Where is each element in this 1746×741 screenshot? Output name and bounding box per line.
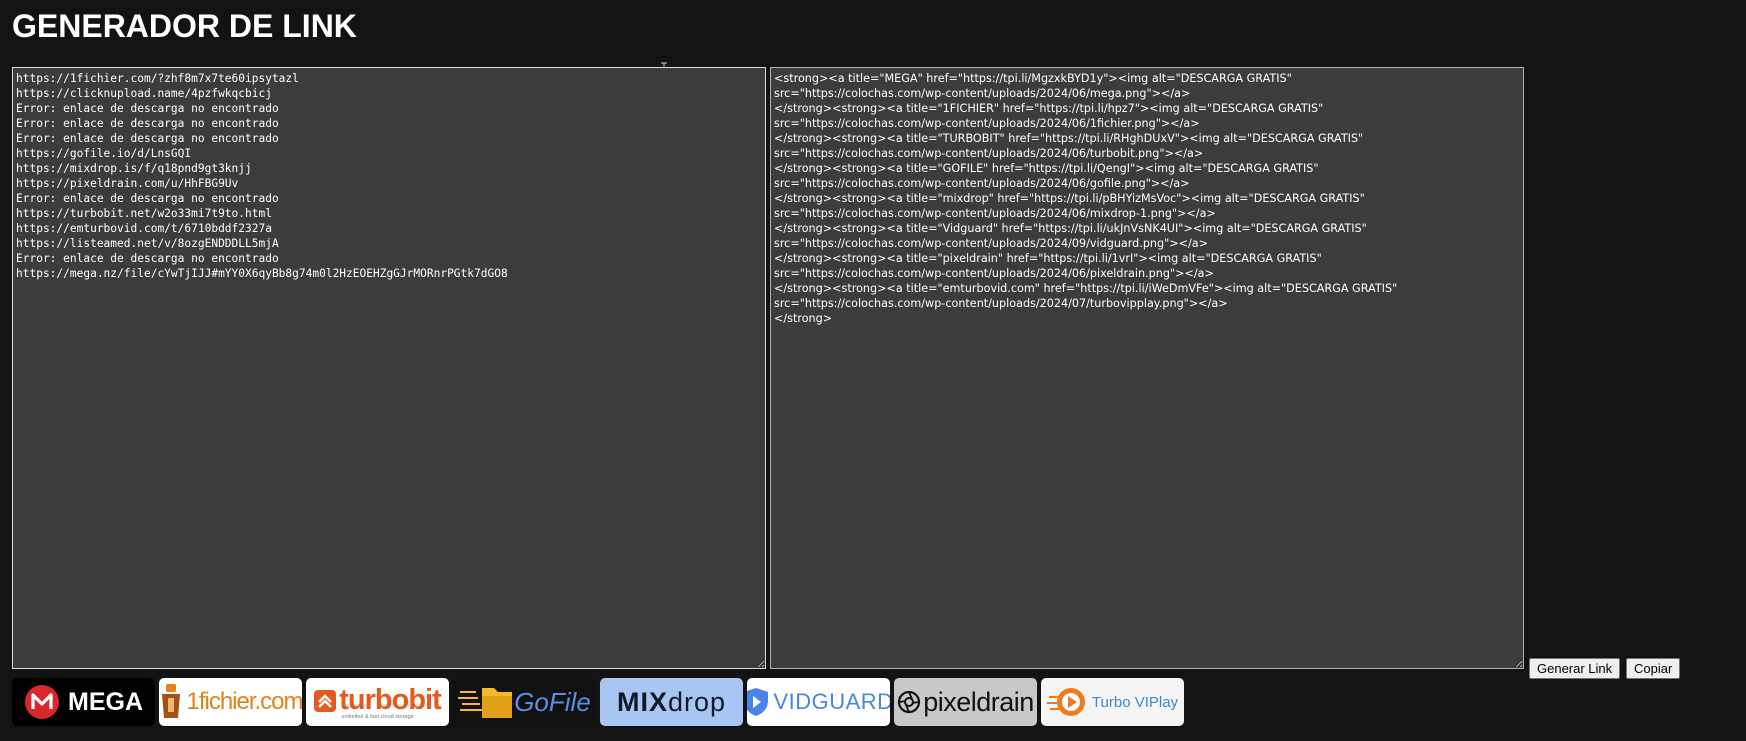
- mega-logo-text: MEGA: [68, 687, 143, 716]
- copy-button[interactable]: Copiar: [1626, 658, 1681, 679]
- mixdrop-logo-text-drop: drop: [667, 686, 727, 717]
- pixeldrain-logo-text: pixeldrain: [923, 686, 1034, 717]
- turboviplay-logo-text: Turbo VIPlay: [1091, 693, 1179, 711]
- turbobit-tagline: unlimited & fast cloud storage: [341, 714, 414, 720]
- turbobit-logo[interactable]: turbobit unlimited & fast cloud storage: [306, 678, 449, 726]
- host-logos: MEGA 1fichier.com turbobit unlimited & f…: [12, 678, 1184, 726]
- generate-link-button[interactable]: Generar Link: [1529, 658, 1621, 679]
- links-input[interactable]: https://1fichier.com/?zhf8m7x7te60ipsyta…: [12, 67, 766, 669]
- mega-icon: [25, 685, 59, 719]
- html-output[interactable]: <strong><a title="MEGA" href="https://tp…: [770, 67, 1524, 669]
- pixeldrain-logo[interactable]: pixeldrain: [894, 678, 1037, 726]
- 1fichier-logo[interactable]: 1fichier.com: [159, 678, 302, 726]
- turbobit-logo-text: turbobit: [339, 684, 442, 716]
- vidguard-logo[interactable]: VIDGUARD: [747, 678, 890, 726]
- turboviplay-logo[interactable]: Turbo VIPlay: [1041, 678, 1184, 726]
- mega-logo[interactable]: MEGA: [12, 678, 155, 726]
- key-icon: [162, 684, 181, 718]
- mixdrop-logo-text-mix: MIX: [616, 686, 668, 717]
- shield-play-icon: [747, 688, 769, 716]
- chevron-up-icon: [314, 689, 337, 712]
- gofile-logo-text: GoFile: [514, 686, 591, 717]
- folder-icon: [458, 688, 513, 718]
- play-circle-icon: [1046, 688, 1085, 716]
- gofile-logo[interactable]: GoFile: [453, 678, 596, 726]
- page-title: GENERADOR DE LINK: [12, 8, 357, 44]
- vidguard-logo-text: VIDGUARD: [773, 689, 890, 714]
- aperture-icon: [898, 690, 921, 714]
- 1fichier-logo-text: 1fichier.com: [186, 688, 302, 715]
- mixdrop-logo[interactable]: MIX drop: [600, 678, 743, 726]
